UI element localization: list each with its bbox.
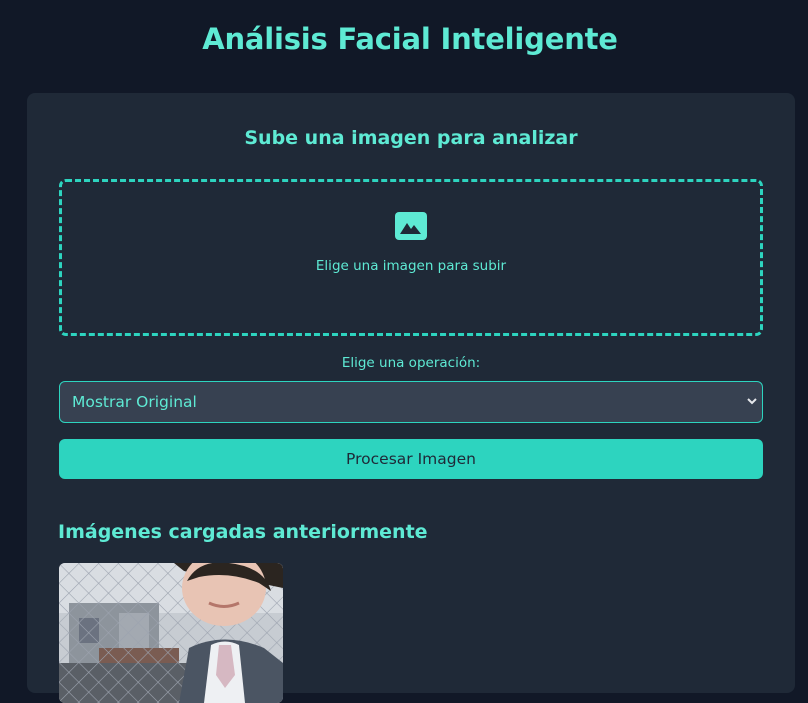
chevron-down-icon <box>747 398 757 405</box>
page-title: Análisis Facial Inteligente <box>202 22 618 56</box>
operation-selected-value: Mostrar Original <box>72 393 197 411</box>
dropzone-text: Elige una imagen para subir <box>315 258 507 274</box>
operation-label: Elige una operación: <box>341 355 481 371</box>
image-icon <box>395 212 427 240</box>
history-heading: Imágenes cargadas anteriormente <box>58 521 428 543</box>
history-thumbnail[interactable] <box>59 563 283 703</box>
operation-select[interactable]: Mostrar Original <box>59 381 763 423</box>
upload-heading: Sube una imagen para analizar <box>244 127 578 149</box>
thumbnail-image <box>59 563 283 703</box>
process-image-button[interactable]: Procesar Imagen <box>59 439 763 479</box>
image-dropzone[interactable]: Elige una imagen para subir <box>59 179 763 336</box>
upload-card: Sube una imagen para analizar Elige una … <box>27 93 795 703</box>
